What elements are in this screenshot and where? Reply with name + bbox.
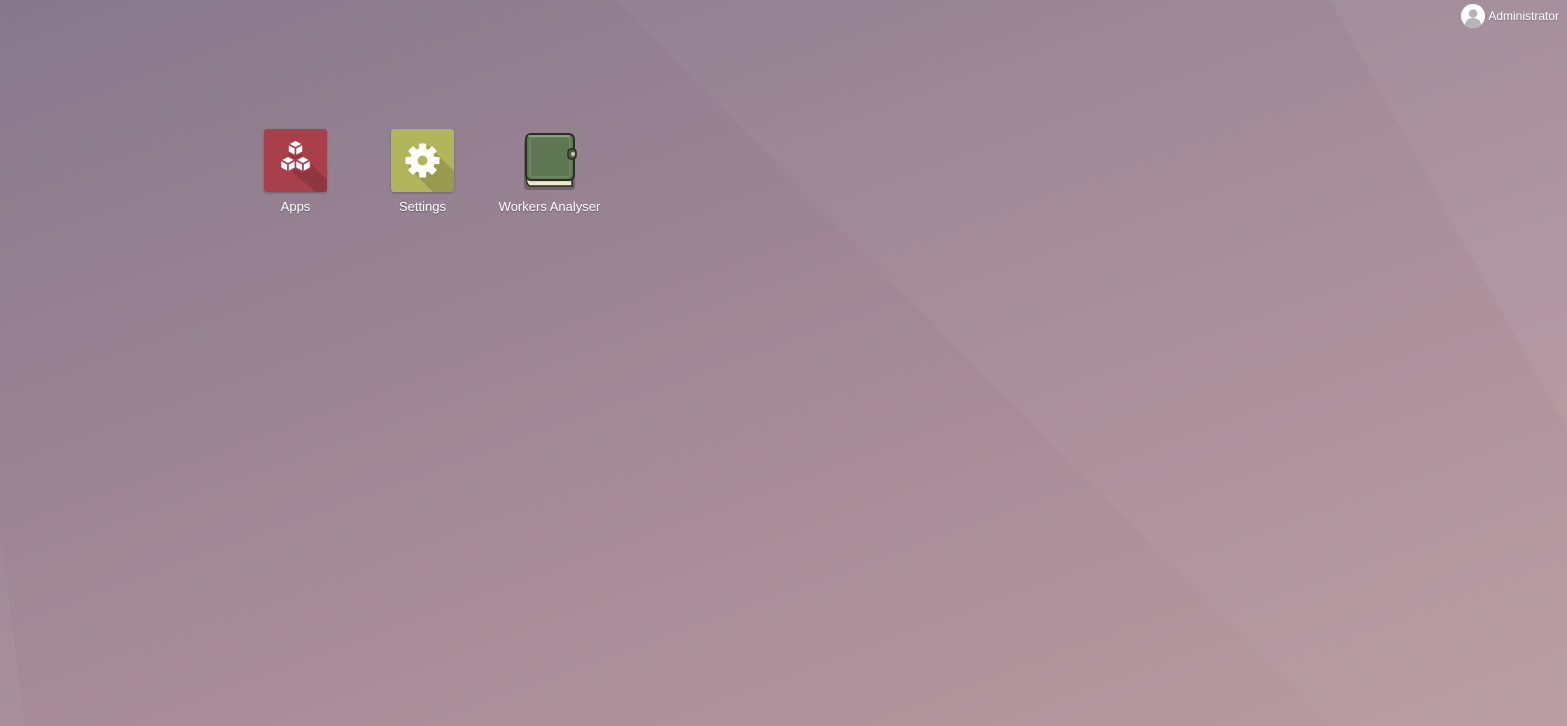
app-tile-settings[interactable]: Settings (359, 129, 486, 214)
app-label: Workers Analyser (498, 199, 601, 214)
cubes-icon (264, 129, 327, 192)
user-avatar-icon (1461, 4, 1486, 28)
app-tile-apps[interactable]: Apps (232, 129, 359, 214)
green-book-icon (518, 129, 581, 192)
app-tile-workers-analyser[interactable]: Workers Analyser (486, 129, 613, 214)
gear-icon (391, 129, 454, 192)
app-label: Settings (399, 199, 446, 214)
apps-grid: Apps Settings Workers Analyser (232, 129, 613, 214)
user-name: Administrator (1488, 9, 1559, 23)
user-menu[interactable]: Administrator (1461, 4, 1559, 28)
app-label: Apps (280, 199, 311, 214)
background-facets (0, 0, 1567, 726)
top-bar: Administrator (1461, 0, 1567, 32)
